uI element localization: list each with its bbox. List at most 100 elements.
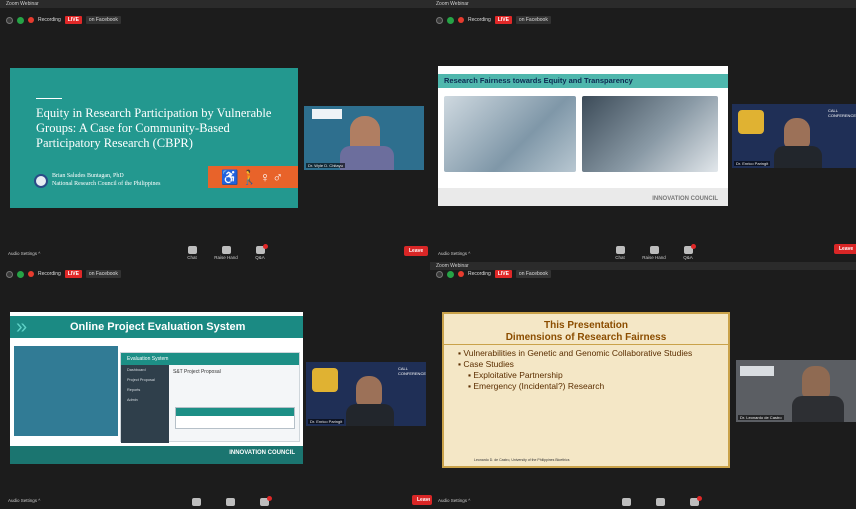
slide-title: Research Fairness towards Equity and Tra… [438, 74, 728, 88]
recording-label: Recording [468, 271, 491, 277]
qa-button[interactable] [252, 496, 276, 507]
hand-icon [221, 246, 231, 254]
live-platform-label: on Facebook [515, 270, 551, 278]
bullet-item: ▪ Vulnerabilities in Genetic and Genomic… [458, 348, 693, 358]
speaker-suit [774, 146, 822, 168]
zoom-window-2: Zoom Webinar Recording LIVE on Facebook … [430, 0, 856, 262]
security-shield-icon[interactable] [447, 16, 454, 24]
control-bar: Audio Settings ^ Chat Raise Hand Q&A [430, 242, 856, 262]
bullet-subitem: ▪ Emergency (Incidental?) Research [468, 381, 605, 391]
speaker-figure [356, 376, 382, 406]
chat-icon [621, 498, 631, 506]
shared-slide: Equity in Research Participation by Vuln… [10, 68, 298, 208]
slide-title: This Presentation [544, 320, 628, 331]
qa-label: Q&A [255, 255, 265, 260]
bullet-list: ▪ Vulnerabilities in Genetic and Genomic… [458, 348, 692, 392]
collaboration-photo-left [444, 96, 576, 172]
chat-icon [187, 246, 197, 254]
chat-button[interactable]: Chat [180, 246, 204, 260]
audio-settings-button[interactable]: Audio Settings ^ [438, 251, 470, 256]
info-icon[interactable] [436, 270, 443, 278]
speaker-video[interactable]: CALL CONFERENCE Dr. Enrico Paringit [306, 362, 426, 426]
raise-hand-button[interactable]: Raise Hand [642, 246, 666, 260]
app-sidebar: Dashboard Project Proposal Reports Admin [121, 365, 169, 443]
live-platform-label: on Facebook [85, 16, 121, 24]
conference-graphic [738, 110, 764, 134]
audio-settings-button[interactable]: Audio Settings ^ [8, 498, 40, 503]
audio-settings-button[interactable]: Audio Settings ^ [438, 498, 470, 503]
menu-item: Admin [127, 398, 138, 402]
window-title: Zoom Webinar [0, 0, 430, 8]
ncp-logo-icon [740, 366, 774, 376]
qa-button[interactable] [682, 496, 706, 507]
slide-footer: INNOVATION COUNCIL [10, 446, 303, 464]
raise-hand-button[interactable]: Raise Hand [214, 246, 238, 260]
live-badge[interactable]: LIVE [494, 16, 512, 24]
speaker-video[interactable]: Dr. Wyle D. Chitayu [304, 106, 424, 170]
live-badge[interactable]: LIVE [494, 270, 512, 278]
qa-button[interactable]: Q&A [676, 244, 700, 260]
hand-icon [225, 498, 235, 506]
recording-label: Recording [38, 271, 61, 277]
speaker-shirt [792, 396, 844, 422]
live-badge[interactable]: LIVE [64, 16, 82, 24]
conference-banner: CALL CONFERENCE [828, 108, 856, 118]
qa-label: Q&A [683, 255, 693, 260]
participant-name: Dr. Enrico Paringit [734, 161, 771, 166]
slide-footer: INNOVATION COUNCIL [438, 188, 728, 206]
chat-icon [191, 498, 201, 506]
slide-author: Brian Saludes Buntagan, PhD National Res… [52, 172, 160, 188]
slide-divider [444, 344, 728, 345]
live-platform-label: on Facebook [85, 270, 121, 278]
leave-button[interactable]: Leave [430, 495, 433, 505]
live-platform-label: on Facebook [515, 16, 551, 24]
recording-icon [28, 17, 34, 23]
security-shield-icon[interactable] [17, 16, 24, 24]
notification-badge [263, 244, 268, 249]
top-status-bar: Recording LIVE on Facebook [6, 14, 121, 26]
shared-slide: Research Fairness towards Equity and Tra… [438, 66, 728, 206]
chat-icon [615, 246, 625, 254]
raise-hand-button[interactable] [648, 498, 672, 507]
speaker-video[interactable]: CALL CONFERENCE Dr. Enrico Paringit [732, 104, 856, 168]
leave-button[interactable]: Leave [404, 246, 429, 256]
live-badge[interactable]: LIVE [64, 270, 82, 278]
innovation-council-logo: INNOVATION COUNCIL [652, 196, 718, 202]
info-icon[interactable] [436, 16, 443, 24]
speaker-video[interactable]: Dr. Leonardo de Castro [736, 360, 856, 422]
recording-icon [28, 271, 34, 277]
shared-slide: This Presentation Dimensions of Research… [442, 312, 730, 468]
speaker-figure [802, 366, 830, 398]
raise-hand-button[interactable] [218, 498, 242, 507]
security-shield-icon[interactable] [17, 270, 24, 278]
leave-button[interactable]: Leave [834, 244, 856, 254]
participant-name: Dr. Enrico Paringit [308, 419, 345, 424]
qa-button[interactable]: Q&A [248, 244, 272, 260]
audio-settings-button[interactable]: Audio Settings ^ [8, 251, 40, 256]
leave-button[interactable]: Leave [412, 495, 430, 505]
speaker-shirt [340, 146, 394, 170]
chat-button[interactable] [184, 498, 208, 507]
control-bar: Audio Settings ^ Chat Raise Hand Q&A [0, 242, 430, 262]
chat-button[interactable] [614, 498, 638, 507]
control-bar: Audio Settings ^ [0, 489, 430, 509]
slide-subtitle: Dimensions of Research Fairness [505, 332, 667, 343]
bullet-subitem: ▪ Exploitative Partnership [468, 370, 563, 380]
zoom-window-4: Zoom Webinar Recording LIVE on Facebook … [430, 262, 856, 509]
chat-button[interactable]: Chat [608, 246, 632, 260]
chevron-graphic-icon: » [16, 316, 28, 338]
zoom-window-3: Recording LIVE on Facebook Online Projec… [0, 262, 430, 509]
participant-name: Dr. Leonardo de Castro [738, 415, 784, 420]
window-title: Zoom Webinar [430, 0, 856, 8]
security-shield-icon[interactable] [447, 270, 454, 278]
hand-icon [655, 498, 665, 506]
info-icon[interactable] [6, 270, 13, 278]
info-icon[interactable] [6, 16, 13, 24]
top-status-bar: Recording LIVE on Facebook [6, 268, 121, 280]
bullet-item: ▪ Case Studies [458, 359, 514, 369]
webinar-grid: Zoom Webinar Recording LIVE on Facebook … [0, 0, 856, 509]
page-title: S&T Project Proposal [173, 369, 221, 375]
collaboration-photo-right [582, 96, 718, 172]
menu-item: Project Proposal [127, 378, 155, 382]
participant-name: Dr. Wyle D. Chitayu [306, 163, 345, 168]
